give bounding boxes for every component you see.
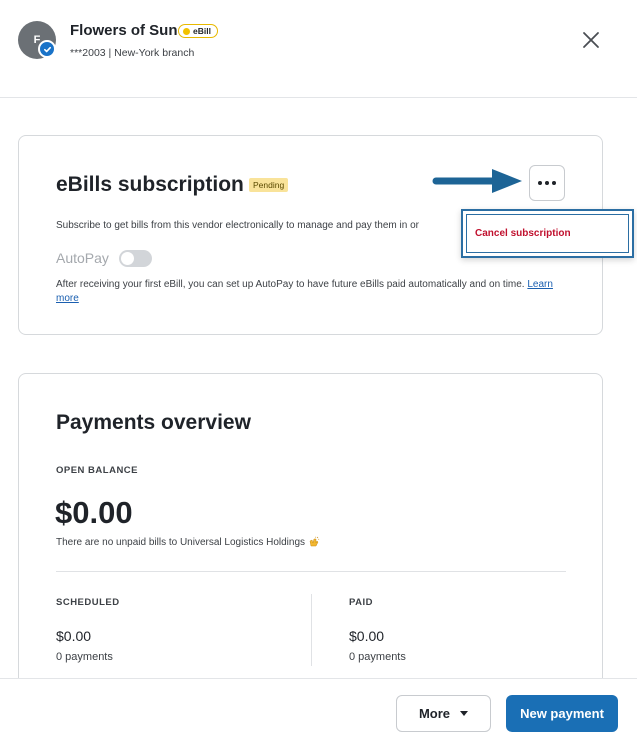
autopay-label: AutoPay — [56, 250, 109, 266]
scheduled-label: SCHEDULED — [56, 597, 120, 608]
payments-title: Payments overview — [56, 411, 251, 434]
autopay-toggle[interactable] — [119, 250, 152, 267]
open-balance-label: OPEN BALANCE — [56, 465, 139, 476]
ebill-dot-icon — [183, 27, 190, 35]
new-payment-button[interactable]: New payment — [506, 695, 618, 732]
vendor-name: Flowers of Sun — [70, 22, 178, 39]
more-options-button[interactable] — [529, 165, 565, 201]
paid-count: 0 payments — [349, 651, 406, 663]
caret-down-icon — [460, 711, 469, 716]
more-button-label: More — [418, 706, 451, 721]
verified-check-icon — [38, 40, 56, 58]
section-divider — [56, 571, 566, 572]
clapping-hands-icon — [309, 536, 320, 547]
paid-label: PAID — [349, 597, 373, 608]
close-icon — [583, 32, 599, 48]
ebills-title: eBills subscription — [56, 173, 244, 196]
ebills-description: Subscribe to get bills from this vendor … — [56, 220, 419, 231]
payments-overview-card: Payments overview OPEN BALANCE $0.00 The… — [18, 373, 603, 693]
dot-icon — [552, 181, 556, 185]
pending-status-badge: Pending — [249, 178, 289, 192]
more-button[interactable]: More — [396, 695, 491, 732]
drawer-header: F Flowers of Sun eBill ***2003 | New-Yor… — [0, 0, 637, 98]
no-unpaid-message: There are no unpaid bills to Universal L… — [56, 536, 320, 548]
vendor-account-branch: ***2003 | New-York branch — [70, 47, 195, 59]
paid-amount: $0.00 — [349, 628, 385, 644]
dot-icon — [538, 181, 542, 185]
dot-icon — [545, 181, 549, 185]
autopay-help-text: After receiving your first eBill, you ca… — [56, 278, 556, 306]
ebill-badge: eBill — [178, 24, 218, 38]
ebill-badge-label: eBill — [193, 26, 211, 36]
options-menu: Cancel subscription — [461, 209, 634, 258]
autopay-help-body: After receiving your first eBill, you ca… — [56, 279, 525, 290]
scheduled-count: 0 payments — [56, 651, 113, 663]
scheduled-amount: $0.00 — [56, 628, 92, 644]
cancel-subscription-menu-item[interactable]: Cancel subscription — [475, 228, 571, 239]
open-balance-amount: $0.00 — [55, 495, 133, 530]
drawer-footer: More New payment — [0, 678, 637, 742]
column-divider — [311, 594, 312, 666]
arrow-annotation-icon — [432, 169, 522, 193]
close-button[interactable] — [580, 29, 602, 51]
no-unpaid-text: There are no unpaid bills to Universal L… — [56, 536, 306, 548]
toggle-knob — [121, 252, 134, 265]
